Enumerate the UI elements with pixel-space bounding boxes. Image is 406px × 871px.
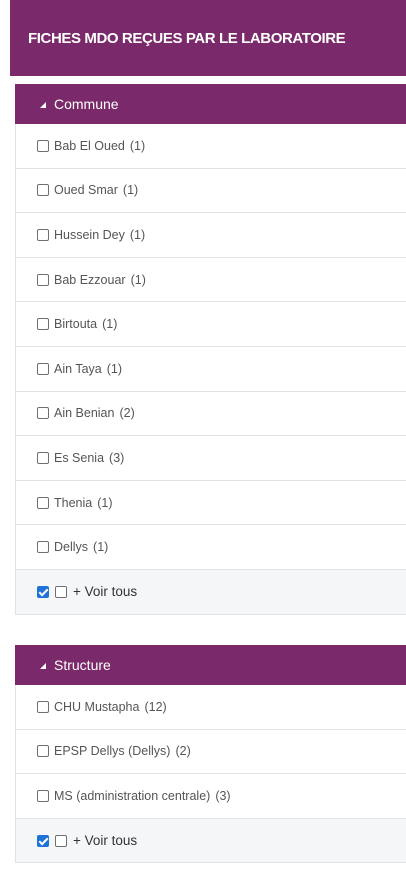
commune-panel-header[interactable]: Commune	[15, 84, 406, 124]
list-item[interactable]: Birtouta (1)	[16, 302, 406, 347]
checkbox[interactable]	[37, 700, 49, 713]
voir-tous-row[interactable]: + Voir tous	[16, 818, 406, 864]
item-label: EPSP Dellys (Dellys)	[54, 744, 171, 759]
select-all-checkbox[interactable]	[37, 585, 49, 598]
voir-tous-link[interactable]: + Voir tous	[73, 833, 137, 848]
item-label: Bab Ezzouar	[54, 272, 126, 287]
item-count: (1)	[106, 361, 122, 376]
list-item[interactable]: Hussein Dey (1)	[16, 213, 406, 258]
select-all-checkbox[interactable]	[37, 834, 49, 847]
checkbox[interactable]	[37, 541, 49, 554]
structure-panel-title: Structure	[54, 657, 111, 673]
checkbox[interactable]	[37, 273, 49, 286]
item-label: Dellys	[54, 540, 89, 555]
item-count: (1)	[102, 317, 118, 332]
checkbox[interactable]	[37, 228, 49, 241]
list-item[interactable]: Ain Taya (1)	[16, 346, 406, 392]
item-label: MS (administration centrale)	[54, 788, 211, 803]
commune-filter-panel: Commune Bab El Oued (1) Oued Smar (1) Hu…	[15, 84, 406, 615]
list-item[interactable]: Es Senia (3)	[16, 436, 406, 481]
item-count: (2)	[175, 744, 191, 759]
commune-panel-title: Commune	[54, 96, 119, 112]
item-count: (1)	[93, 540, 109, 555]
item-label: Hussein Dey	[54, 227, 125, 242]
item-count: (2)	[119, 406, 135, 421]
voir-tous-row[interactable]: + Voir tous	[16, 569, 406, 615]
item-label: Birtouta	[54, 317, 98, 332]
item-label: Ain Taya	[54, 361, 102, 376]
collapse-triangle-icon	[40, 102, 46, 108]
item-count: (1)	[97, 495, 113, 510]
item-count: (3)	[109, 450, 125, 465]
list-item[interactable]: Thenia (1)	[16, 480, 406, 526]
page-title: FICHES MDO REÇUES PAR LE LABORATOIRE	[28, 29, 346, 47]
checkbox[interactable]	[55, 834, 67, 847]
voir-tous-link[interactable]: + Voir tous	[73, 584, 137, 599]
collapse-triangle-icon	[40, 663, 46, 669]
item-label: Es Senia	[54, 450, 105, 465]
checkbox[interactable]	[37, 139, 49, 152]
item-count: (1)	[130, 272, 146, 287]
structure-panel-header[interactable]: Structure	[15, 645, 406, 685]
item-count: (1)	[122, 183, 139, 198]
checkbox[interactable]	[37, 318, 49, 331]
checkbox[interactable]	[37, 362, 49, 375]
checkbox[interactable]	[37, 496, 49, 509]
list-item[interactable]: CHU Mustapha (12)	[16, 685, 406, 730]
page-title-bar: FICHES MDO REÇUES PAR LE LABORATOIRE	[10, 0, 406, 76]
item-label: CHU Mustapha	[54, 699, 140, 714]
list-item[interactable]: Dellys (1)	[16, 525, 406, 570]
checkbox[interactable]	[37, 407, 49, 420]
checkbox[interactable]	[37, 745, 49, 758]
checkbox[interactable]	[55, 585, 67, 598]
list-item[interactable]: Bab El Oued (1)	[16, 124, 406, 169]
list-item[interactable]: Ain Benian (2)	[16, 391, 406, 437]
item-count: (12)	[144, 699, 167, 714]
list-item[interactable]: Bab Ezzouar (1)	[16, 257, 406, 303]
item-label: Oued Smar	[54, 183, 118, 198]
list-item[interactable]: EPSP Dellys (Dellys) (2)	[16, 729, 406, 775]
checkbox[interactable]	[37, 184, 49, 197]
structure-list: CHU Mustapha (12) EPSP Dellys (Dellys) (…	[15, 685, 406, 864]
item-count: (1)	[129, 138, 146, 153]
item-label: Bab El Oued	[54, 138, 125, 153]
checkbox[interactable]	[37, 789, 49, 802]
structure-filter-panel: Structure CHU Mustapha (12) EPSP Dellys …	[15, 645, 406, 864]
item-count: (3)	[215, 788, 231, 803]
checkbox[interactable]	[37, 451, 49, 464]
list-item[interactable]: MS (administration centrale) (3)	[16, 774, 406, 819]
item-count: (1)	[129, 227, 146, 242]
commune-list: Bab El Oued (1) Oued Smar (1) Hussein De…	[15, 124, 406, 615]
item-label: Thenia	[54, 495, 93, 510]
item-label: Ain Benian	[54, 406, 115, 421]
list-item[interactable]: Oued Smar (1)	[16, 168, 406, 214]
